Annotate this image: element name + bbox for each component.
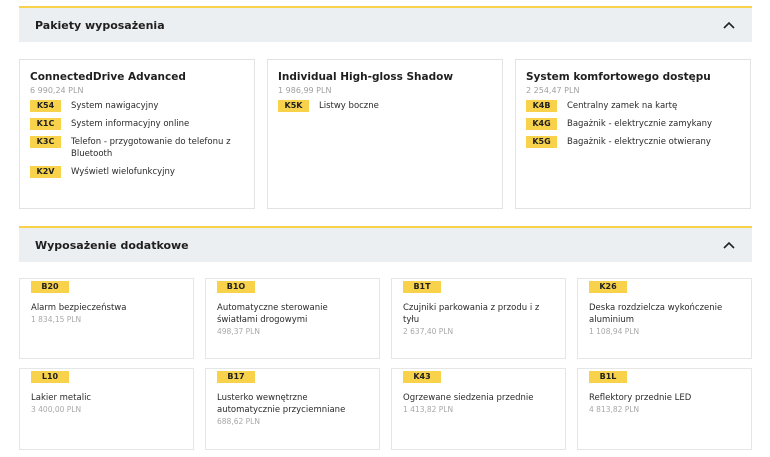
package-item-label: Bagażnik - elektrycznie zamykany	[567, 119, 713, 129]
accessory-name: Ogrzewane siedzenia przednie	[403, 393, 534, 403]
accessory-name: Alarm bezpieczeństwa	[31, 303, 127, 313]
option-code-badge: K43	[403, 371, 441, 383]
package-item: K4G Bagażnik - elektrycznie zamykany	[526, 118, 740, 130]
package-item-label: Telefon - przygotowanie do telefonu z Bl…	[71, 137, 231, 159]
accessories-section-header[interactable]: Wyposażenie dodatkowe	[19, 226, 752, 262]
accessories-section-title: Wyposażenie dodatkowe	[35, 238, 189, 252]
package-item: K3C Telefon - przygotowanie do telefonu …	[30, 136, 244, 160]
accessory-name: Lusterko wewnętrzne automatycznie przyci…	[217, 393, 346, 415]
package-title: System komfortowego dostępu	[526, 71, 711, 83]
option-code-badge: K5G	[526, 136, 557, 148]
chevron-up-icon[interactable]	[722, 238, 736, 252]
option-code-badge: K3C	[30, 136, 61, 148]
accessory-card[interactable]: B20 Alarm bezpieczeństwa 1 834,15 PLN	[19, 278, 194, 359]
package-item-label: Listwy boczne	[319, 101, 379, 111]
option-code-badge: K2V	[30, 166, 61, 178]
package-item: K2V Wyświetl wielofunkcyjny	[30, 166, 244, 178]
accessory-card[interactable]: B1T Czujniki parkowania z przodu i z tył…	[391, 278, 566, 359]
accessory-price: 498,37 PLN	[217, 327, 260, 336]
package-item: K5K Listwy boczne	[278, 100, 492, 112]
accessory-price: 1 108,94 PLN	[589, 327, 640, 336]
accessory-name: Reflektory przednie LED	[589, 393, 692, 403]
option-code-badge: L10	[31, 371, 69, 383]
option-code-badge: B1O	[217, 281, 255, 293]
package-title: ConnectedDrive Advanced	[30, 71, 186, 83]
accessory-price: 688,62 PLN	[217, 417, 260, 426]
package-price: 6 990,24 PLN	[30, 86, 84, 95]
package-item: K1C System informacyjny online	[30, 118, 244, 130]
package-title: Individual High-gloss Shadow	[278, 71, 454, 83]
package-item: K54 System nawigacyjny	[30, 100, 244, 112]
option-code-badge: K4B	[526, 100, 557, 112]
accessory-card[interactable]: B1L Reflektory przednie LED 4 813,82 PLN	[577, 368, 752, 450]
option-code-badge: B17	[217, 371, 255, 383]
packages-section-header[interactable]: Pakiety wyposażenia	[19, 6, 752, 42]
accessory-name: Automatyczne sterowanie światłami drogow…	[217, 303, 328, 325]
package-card: Individual High-gloss Shadow 1 986,99 PL…	[267, 59, 503, 209]
accessory-card[interactable]: B1O Automatyczne sterowanie światłami dr…	[205, 278, 380, 359]
package-item-label: System informacyjny online	[71, 119, 190, 129]
option-code-badge: K5K	[278, 100, 309, 112]
option-code-badge: B20	[31, 281, 69, 293]
accessory-name: Deska rozdzielcza wykończenie aluminium	[589, 303, 723, 325]
option-code-badge: B1T	[403, 281, 441, 293]
accessory-price: 3 400,00 PLN	[31, 405, 82, 414]
accessory-price: 1 834,15 PLN	[31, 315, 82, 324]
package-card: System komfortowego dostępu 2 254,47 PLN…	[515, 59, 751, 209]
option-code-badge: K1C	[30, 118, 61, 130]
package-card: ConnectedDrive Advanced 6 990,24 PLN K54…	[19, 59, 255, 209]
accessory-price: 2 637,40 PLN	[403, 327, 454, 336]
accessory-card[interactable]: K43 Ogrzewane siedzenia przednie 1 413,8…	[391, 368, 566, 450]
accessory-card[interactable]: K26 Deska rozdzielcza wykończenie alumin…	[577, 278, 752, 359]
option-code-badge: K54	[30, 100, 61, 112]
package-price: 1 986,99 PLN	[278, 86, 332, 95]
package-item-label: Wyświetl wielofunkcyjny	[71, 167, 175, 177]
package-item-label: Bagażnik - elektrycznie otwierany	[567, 137, 711, 147]
option-code-badge: K26	[589, 281, 627, 293]
package-item: K5G Bagażnik - elektrycznie otwierany	[526, 136, 740, 148]
option-code-badge: B1L	[589, 371, 627, 383]
accessory-card[interactable]: L10 Lakier metalic 3 400,00 PLN	[19, 368, 194, 450]
accessory-card[interactable]: B17 Lusterko wewnętrzne automatycznie pr…	[205, 368, 380, 450]
accessory-price: 4 813,82 PLN	[589, 405, 640, 414]
package-item: K4B Centralny zamek na kartę	[526, 100, 740, 112]
package-price: 2 254,47 PLN	[526, 86, 580, 95]
accessory-name: Czujniki parkowania z przodu i z tyłu	[403, 303, 540, 325]
accessory-name: Lakier metalic	[31, 393, 92, 403]
chevron-up-icon[interactable]	[722, 18, 736, 32]
package-item-label: System nawigacyjny	[71, 101, 159, 111]
accessory-price: 1 413,82 PLN	[403, 405, 454, 414]
packages-section-title: Pakiety wyposażenia	[35, 18, 165, 32]
package-item-label: Centralny zamek na kartę	[567, 101, 678, 111]
option-code-badge: K4G	[526, 118, 557, 130]
